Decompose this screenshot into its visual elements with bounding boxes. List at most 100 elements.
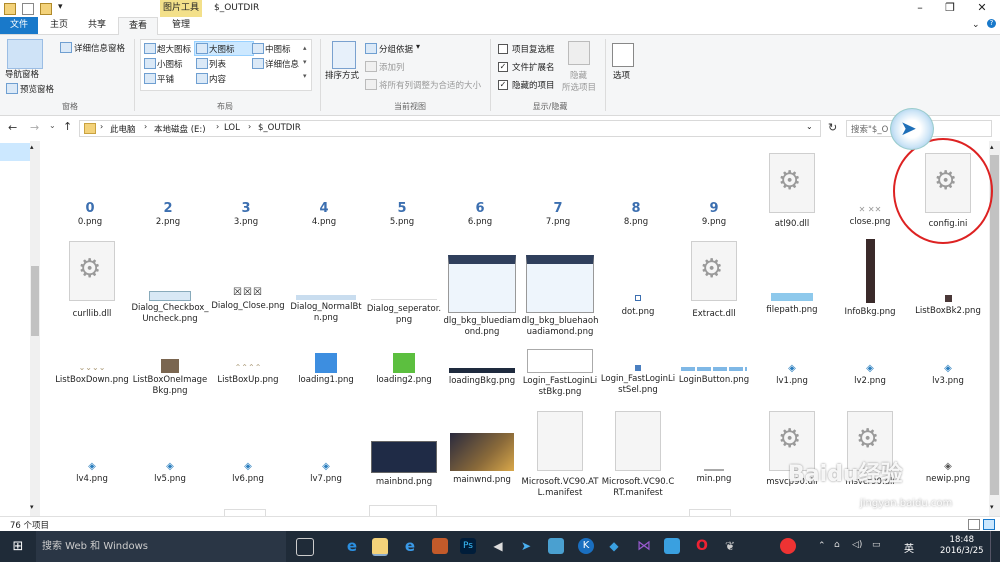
list-item[interactable]: 7 7.png	[519, 201, 597, 228]
k-app-icon[interactable]: K	[578, 538, 594, 554]
nav-pane-button[interactable]: 导航窗格	[5, 68, 39, 80]
list-item[interactable]: ⌃⌃⌃⌃ ListBoxUp.png	[209, 363, 287, 386]
file-explorer-icon[interactable]	[372, 538, 388, 556]
scroll-thumb[interactable]	[990, 155, 999, 495]
ie-icon[interactable]: e	[402, 538, 418, 554]
breadcrumb-item[interactable]: $_OUTDIR	[258, 123, 301, 133]
tab-file[interactable]: 文件	[0, 17, 38, 34]
forward-icon[interactable]: →	[30, 121, 39, 134]
edge-icon[interactable]: e	[344, 538, 360, 554]
scroll-down-icon[interactable]: ▾	[990, 503, 994, 511]
list-item[interactable]: ◈ lv3.png	[909, 363, 987, 387]
list-item[interactable]: ◈ lv2.png	[831, 363, 909, 387]
network-icon[interactable]: ⌂	[834, 540, 840, 550]
clock[interactable]: 18:48 2016/3/25	[940, 535, 984, 557]
layout-tiles[interactable]: 平铺	[157, 73, 174, 85]
list-item[interactable]: Login_FastLoginListSel.png	[599, 365, 677, 396]
file-extension-checkbox[interactable]: ✓	[498, 62, 508, 72]
list-item[interactable]: ◈ lv1.png	[753, 363, 831, 387]
hidden-items-checkbox[interactable]: ✓	[498, 80, 508, 90]
bird-app-icon[interactable]: ➤	[518, 538, 534, 554]
address-bar[interactable]: › 此电脑 › 本地磁盘 (E:) › LOL › $_OUTDIR ⌄	[79, 120, 821, 137]
minimize-button[interactable]: –	[905, 0, 935, 17]
list-item[interactable]: Dialog_seperator.png	[365, 299, 443, 326]
back-icon[interactable]: ←	[8, 121, 17, 134]
properties-icon[interactable]	[22, 3, 34, 15]
layout-list[interactable]: 列表	[209, 58, 226, 70]
list-item[interactable]: ◈ lv4.png	[53, 461, 131, 485]
layout-medium[interactable]: 中图标	[265, 43, 291, 55]
options-button[interactable]: 选项	[613, 69, 630, 81]
list-item[interactable]: dot.png	[599, 295, 677, 318]
list-item[interactable]: Dialog_NormalBtn.png	[287, 295, 365, 324]
list-item[interactable]: InfoBkg.png	[831, 239, 909, 318]
chevron-down-icon[interactable]: ▾	[58, 2, 63, 12]
breadcrumb-item[interactable]: 此电脑	[110, 123, 136, 135]
chevron-down-icon[interactable]: ⌄	[972, 20, 980, 30]
list-item[interactable]: 3 3.png	[207, 201, 285, 228]
nav-selected-item[interactable]	[0, 143, 30, 161]
list-item[interactable]: min.png	[675, 469, 753, 485]
tab-home[interactable]: 主页	[44, 17, 74, 34]
layout-details[interactable]: 详细信息	[265, 58, 299, 70]
windows-start-icon[interactable]: ⊞	[0, 531, 36, 562]
list-item[interactable]: curllib.dll	[53, 241, 131, 320]
breadcrumb-item[interactable]: 本地磁盘 (E:)	[154, 123, 206, 135]
list-item[interactable]: ListBoxOneImageBkg.png	[131, 359, 209, 397]
task-view-icon[interactable]	[296, 538, 314, 556]
list-item[interactable]: ◈ lv6.png	[209, 461, 287, 485]
sort-icon[interactable]	[332, 41, 356, 69]
list-item[interactable]: ListBoxBk2.png	[909, 295, 987, 317]
tab-share[interactable]: 共享	[82, 17, 112, 34]
app-icon[interactable]	[548, 538, 564, 554]
list-item[interactable]: mainbnd.png	[365, 441, 443, 488]
notification-icon[interactable]: ▭	[872, 540, 881, 550]
list-item[interactable]: LoginButton.png	[675, 367, 753, 386]
list-item[interactable]: Extract.dll	[675, 241, 753, 320]
gallery-scroll-arrows[interactable]: ▴ ▾ ▾	[303, 41, 307, 83]
app-icon[interactable]: ❦	[722, 538, 738, 554]
tray-app-icon[interactable]	[780, 538, 796, 554]
help-icon[interactable]: ?	[987, 19, 996, 28]
list-item[interactable]: ◈ newip.png	[909, 461, 987, 485]
list-item[interactable]: filepath.png	[753, 293, 831, 316]
list-item[interactable]: ◈ lv5.png	[131, 461, 209, 485]
refresh-icon[interactable]: ↻	[828, 121, 837, 134]
fit-columns-button[interactable]: 将所有列调整为合适的大小	[379, 79, 481, 91]
preview-pane-button[interactable]: 预览窗格	[20, 83, 54, 95]
visual-studio-icon[interactable]: ⋈	[636, 538, 652, 554]
list-item[interactable]: loadingBkg.png	[443, 368, 521, 387]
list-item[interactable]: loading1.png	[287, 353, 365, 386]
app-icon[interactable]: ◆	[606, 538, 622, 554]
scroll-down-icon[interactable]: ▾	[30, 503, 34, 511]
list-item[interactable]: Microsoft.VC90.CRT.manifest	[599, 411, 677, 499]
options-icon[interactable]	[612, 43, 634, 67]
volume-icon[interactable]: ◁)	[852, 540, 862, 550]
group-by-button[interactable]: 分组依据	[379, 43, 413, 55]
list-item[interactable]: 0 0.png	[51, 201, 129, 228]
tab-manage[interactable]: 管理	[164, 17, 198, 34]
list-item[interactable]: dlg_bkg_bluehaohuadiamond.png	[521, 255, 599, 338]
hide-selected-icon[interactable]	[568, 41, 590, 65]
list-item[interactable]: ☒☒☒ Dialog_Close.png	[209, 287, 287, 312]
list-item[interactable]: mainwnd.png	[443, 433, 521, 486]
list-item[interactable]: 6 6.png	[441, 201, 519, 228]
game-app-icon[interactable]	[432, 538, 448, 554]
nav-pane-icon[interactable]	[7, 39, 43, 69]
app-icon[interactable]: ◀	[490, 538, 506, 554]
list-item[interactable]: 9 9.png	[675, 201, 753, 228]
item-checkbox-checkbox[interactable]	[498, 44, 508, 54]
layout-content[interactable]: 内容	[209, 73, 226, 85]
layout-extra-large[interactable]: 超大图标	[157, 43, 191, 55]
chevron-down-icon[interactable]: ⌄	[49, 121, 56, 130]
list-item[interactable]: loading2.png	[365, 353, 443, 386]
details-pane-button[interactable]: 详细信息窗格	[74, 42, 125, 54]
list-item[interactable]: Login_FastLoginListBkg.png	[521, 349, 599, 398]
scroll-up-icon[interactable]: ▴	[990, 143, 994, 151]
show-desktop-button[interactable]	[990, 531, 997, 562]
list-item[interactable]: atl90.dll	[753, 153, 831, 230]
ime-indicator[interactable]: 英	[904, 540, 914, 555]
hide-selected-button[interactable]: 隐藏	[570, 69, 587, 81]
list-item[interactable]: ◈ lv7.png	[287, 461, 365, 485]
opera-icon[interactable]: O	[694, 538, 710, 554]
